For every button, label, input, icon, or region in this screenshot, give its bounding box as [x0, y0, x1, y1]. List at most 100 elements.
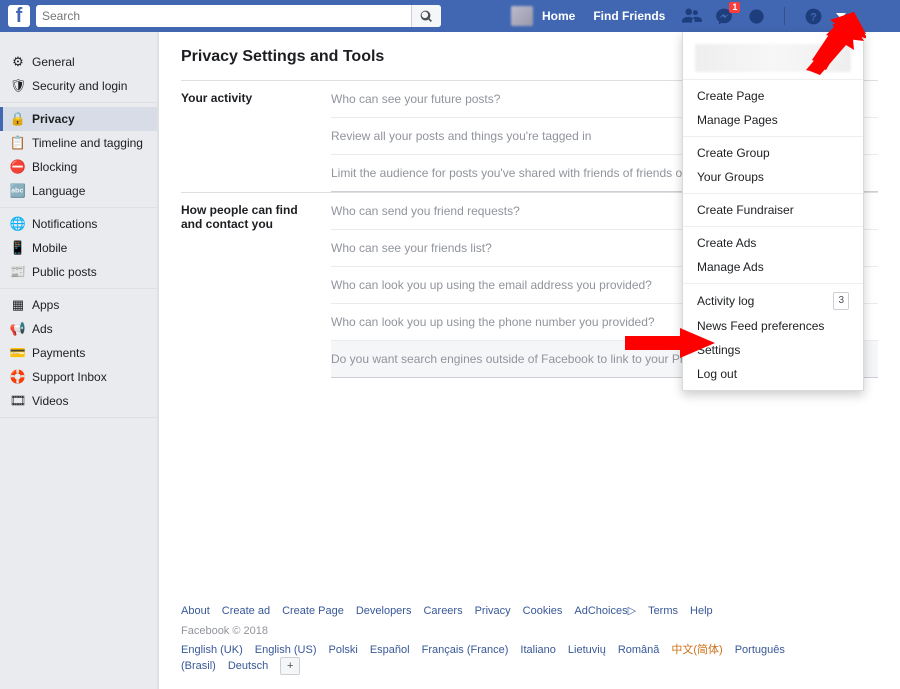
lang-italiano[interactable]: Italiano [520, 644, 555, 656]
friend-requests-icon[interactable] [682, 6, 702, 26]
footer: About Create ad Create Page Developers Caree… [159, 604, 900, 675]
sidebar-item-public-posts[interactable]: 📰 Public posts [0, 260, 157, 284]
privacy-icon: 🔒 [10, 111, 26, 127]
videos-icon: 🎞 [10, 393, 26, 409]
add-language-button[interactable]: + [280, 657, 300, 675]
sidebar-item-label: Payments [32, 346, 85, 360]
profile-thumbnail[interactable] [511, 6, 533, 26]
sidebar-item-videos[interactable]: 🎞 Videos [0, 389, 157, 413]
footer-link-cookies[interactable]: Cookies [523, 605, 563, 617]
footer-links: About Create ad Create Page Developers Caree… [181, 604, 878, 617]
lang-polski[interactable]: Polski [329, 644, 358, 656]
sidebar-item-label: Privacy [32, 112, 75, 126]
sidebar-item-notifications[interactable]: 🌐 Notifications [0, 212, 157, 236]
timeline-and-tagging-icon: 📋 [10, 135, 26, 151]
nav-find-friends[interactable]: Find Friends [584, 9, 674, 23]
sidebar-item-general[interactable]: ⚙ General [0, 50, 157, 74]
dd-activity-log[interactable]: Activity log3 [683, 288, 863, 314]
dd-create-group[interactable]: Create Group [683, 141, 863, 165]
dd-your-groups[interactable]: Your Groups [683, 165, 863, 189]
account-dropdown: Create Page Manage Pages Create Group Yo… [682, 32, 864, 391]
dd-settings[interactable]: Settings [683, 338, 863, 362]
sidebar-item-label: Videos [32, 394, 68, 408]
sidebar-item-label: General [32, 55, 75, 69]
sidebar-item-label: Support Inbox [32, 370, 107, 384]
footer-copyright: Facebook © 2018 [181, 625, 878, 637]
dd-create-fundraiser[interactable]: Create Fundraiser [683, 198, 863, 222]
sidebar-item-blocking[interactable]: ⛔ Blocking [0, 155, 157, 179]
language-icon: 🔤 [10, 183, 26, 199]
support-inbox-icon: 🛟 [10, 369, 26, 385]
mobile-icon: 📱 [10, 240, 26, 256]
sidebar-item-apps[interactable]: ▦ Apps [0, 293, 157, 317]
search-input[interactable] [36, 5, 441, 27]
top-bar: f Home Find Friends 1 ? [0, 0, 900, 32]
dd-log-out[interactable]: Log out [683, 362, 863, 386]
sidebar-item-support-inbox[interactable]: 🛟 Support Inbox [0, 365, 157, 389]
footer-languages: English (UK) English (US) Polski Español Fra… [181, 641, 878, 675]
footer-link-adchoices-[interactable]: AdChoices▷ [574, 605, 636, 617]
sidebar-item-ads[interactable]: 📢 Ads [0, 317, 157, 341]
footer-link-create-page[interactable]: Create Page [282, 605, 344, 617]
sidebar-item-security-and-login[interactable]: 🛡 Security and login [0, 74, 157, 98]
blocking-icon: ⛔ [10, 159, 26, 175]
lang-rom-n-[interactable]: Română [618, 644, 660, 656]
lang-espa-ol[interactable]: Español [370, 644, 410, 656]
sidebar-item-timeline-and-tagging[interactable]: 📋 Timeline and tagging [0, 131, 157, 155]
nav-home[interactable]: Home [533, 9, 584, 23]
sidebar-item-label: Timeline and tagging [32, 136, 143, 150]
sidebar-item-payments[interactable]: 💳 Payments [0, 341, 157, 365]
apps-icon: ▦ [10, 297, 26, 313]
footer-link-careers[interactable]: Careers [423, 605, 462, 617]
footer-link-about[interactable]: About [181, 605, 210, 617]
lang-english-us-[interactable]: English (US) [255, 644, 317, 656]
sidebar-item-label: Notifications [32, 217, 97, 231]
notifications-icon: 🌐 [10, 216, 26, 232]
public-posts-icon: 📰 [10, 264, 26, 280]
lang--[interactable]: 中文(简体) [671, 644, 722, 656]
sidebar-item-language[interactable]: 🔤 Language [0, 179, 157, 203]
footer-link-developers[interactable]: Developers [356, 605, 412, 617]
footer-link-help[interactable]: Help [690, 605, 713, 617]
security-and-login-icon: 🛡 [10, 78, 26, 94]
ads-icon: 📢 [10, 321, 26, 337]
lang-deutsch[interactable]: Deutsch [228, 660, 268, 672]
dd-news-feed-prefs[interactable]: News Feed preferences [683, 314, 863, 338]
top-divider [784, 7, 785, 25]
facebook-logo[interactable]: f [8, 5, 30, 27]
lang-english-uk-[interactable]: English (UK) [181, 644, 243, 656]
general-icon: ⚙ [10, 54, 26, 70]
sidebar-item-label: Ads [32, 322, 53, 336]
help-icon[interactable]: ? [803, 6, 823, 26]
sidebar-item-privacy[interactable]: 🔒 Privacy [0, 107, 157, 131]
sidebar-item-mobile[interactable]: 📱 Mobile [0, 236, 157, 260]
messenger-icon[interactable]: 1 [714, 6, 734, 26]
sidebar-item-label: Security and login [32, 79, 127, 93]
sidebar-item-label: Apps [32, 298, 59, 312]
payments-icon: 💳 [10, 345, 26, 361]
footer-link-terms[interactable]: Terms [648, 605, 678, 617]
sidebar-item-label: Language [32, 184, 85, 198]
sidebar-item-label: Mobile [32, 241, 67, 255]
sidebar-item-label: Public posts [32, 265, 97, 279]
svg-text:?: ? [810, 11, 817, 23]
section-label: How people can find and contact you [181, 193, 331, 378]
sidebar-item-label: Blocking [32, 160, 77, 174]
dropdown-profile[interactable] [683, 36, 863, 80]
notifications-icon[interactable] [746, 6, 766, 26]
messenger-badge: 1 [729, 2, 740, 13]
chevron-down-icon [836, 13, 846, 19]
search-button[interactable] [411, 5, 441, 27]
top-icons: 1 ? [682, 6, 847, 26]
dd-create-page[interactable]: Create Page [683, 84, 863, 108]
dd-manage-pages[interactable]: Manage Pages [683, 108, 863, 132]
footer-link-create-ad[interactable]: Create ad [222, 605, 270, 617]
account-menu-caret[interactable] [835, 6, 847, 26]
lang-lietuvi-[interactable]: Lietuvių [568, 644, 606, 656]
search-icon [420, 10, 433, 23]
lang-fran-ais-france-[interactable]: Français (France) [422, 644, 509, 656]
footer-link-privacy[interactable]: Privacy [475, 605, 511, 617]
dd-manage-ads[interactable]: Manage Ads [683, 255, 863, 279]
search-wrap [36, 5, 441, 27]
dd-create-ads[interactable]: Create Ads [683, 231, 863, 255]
